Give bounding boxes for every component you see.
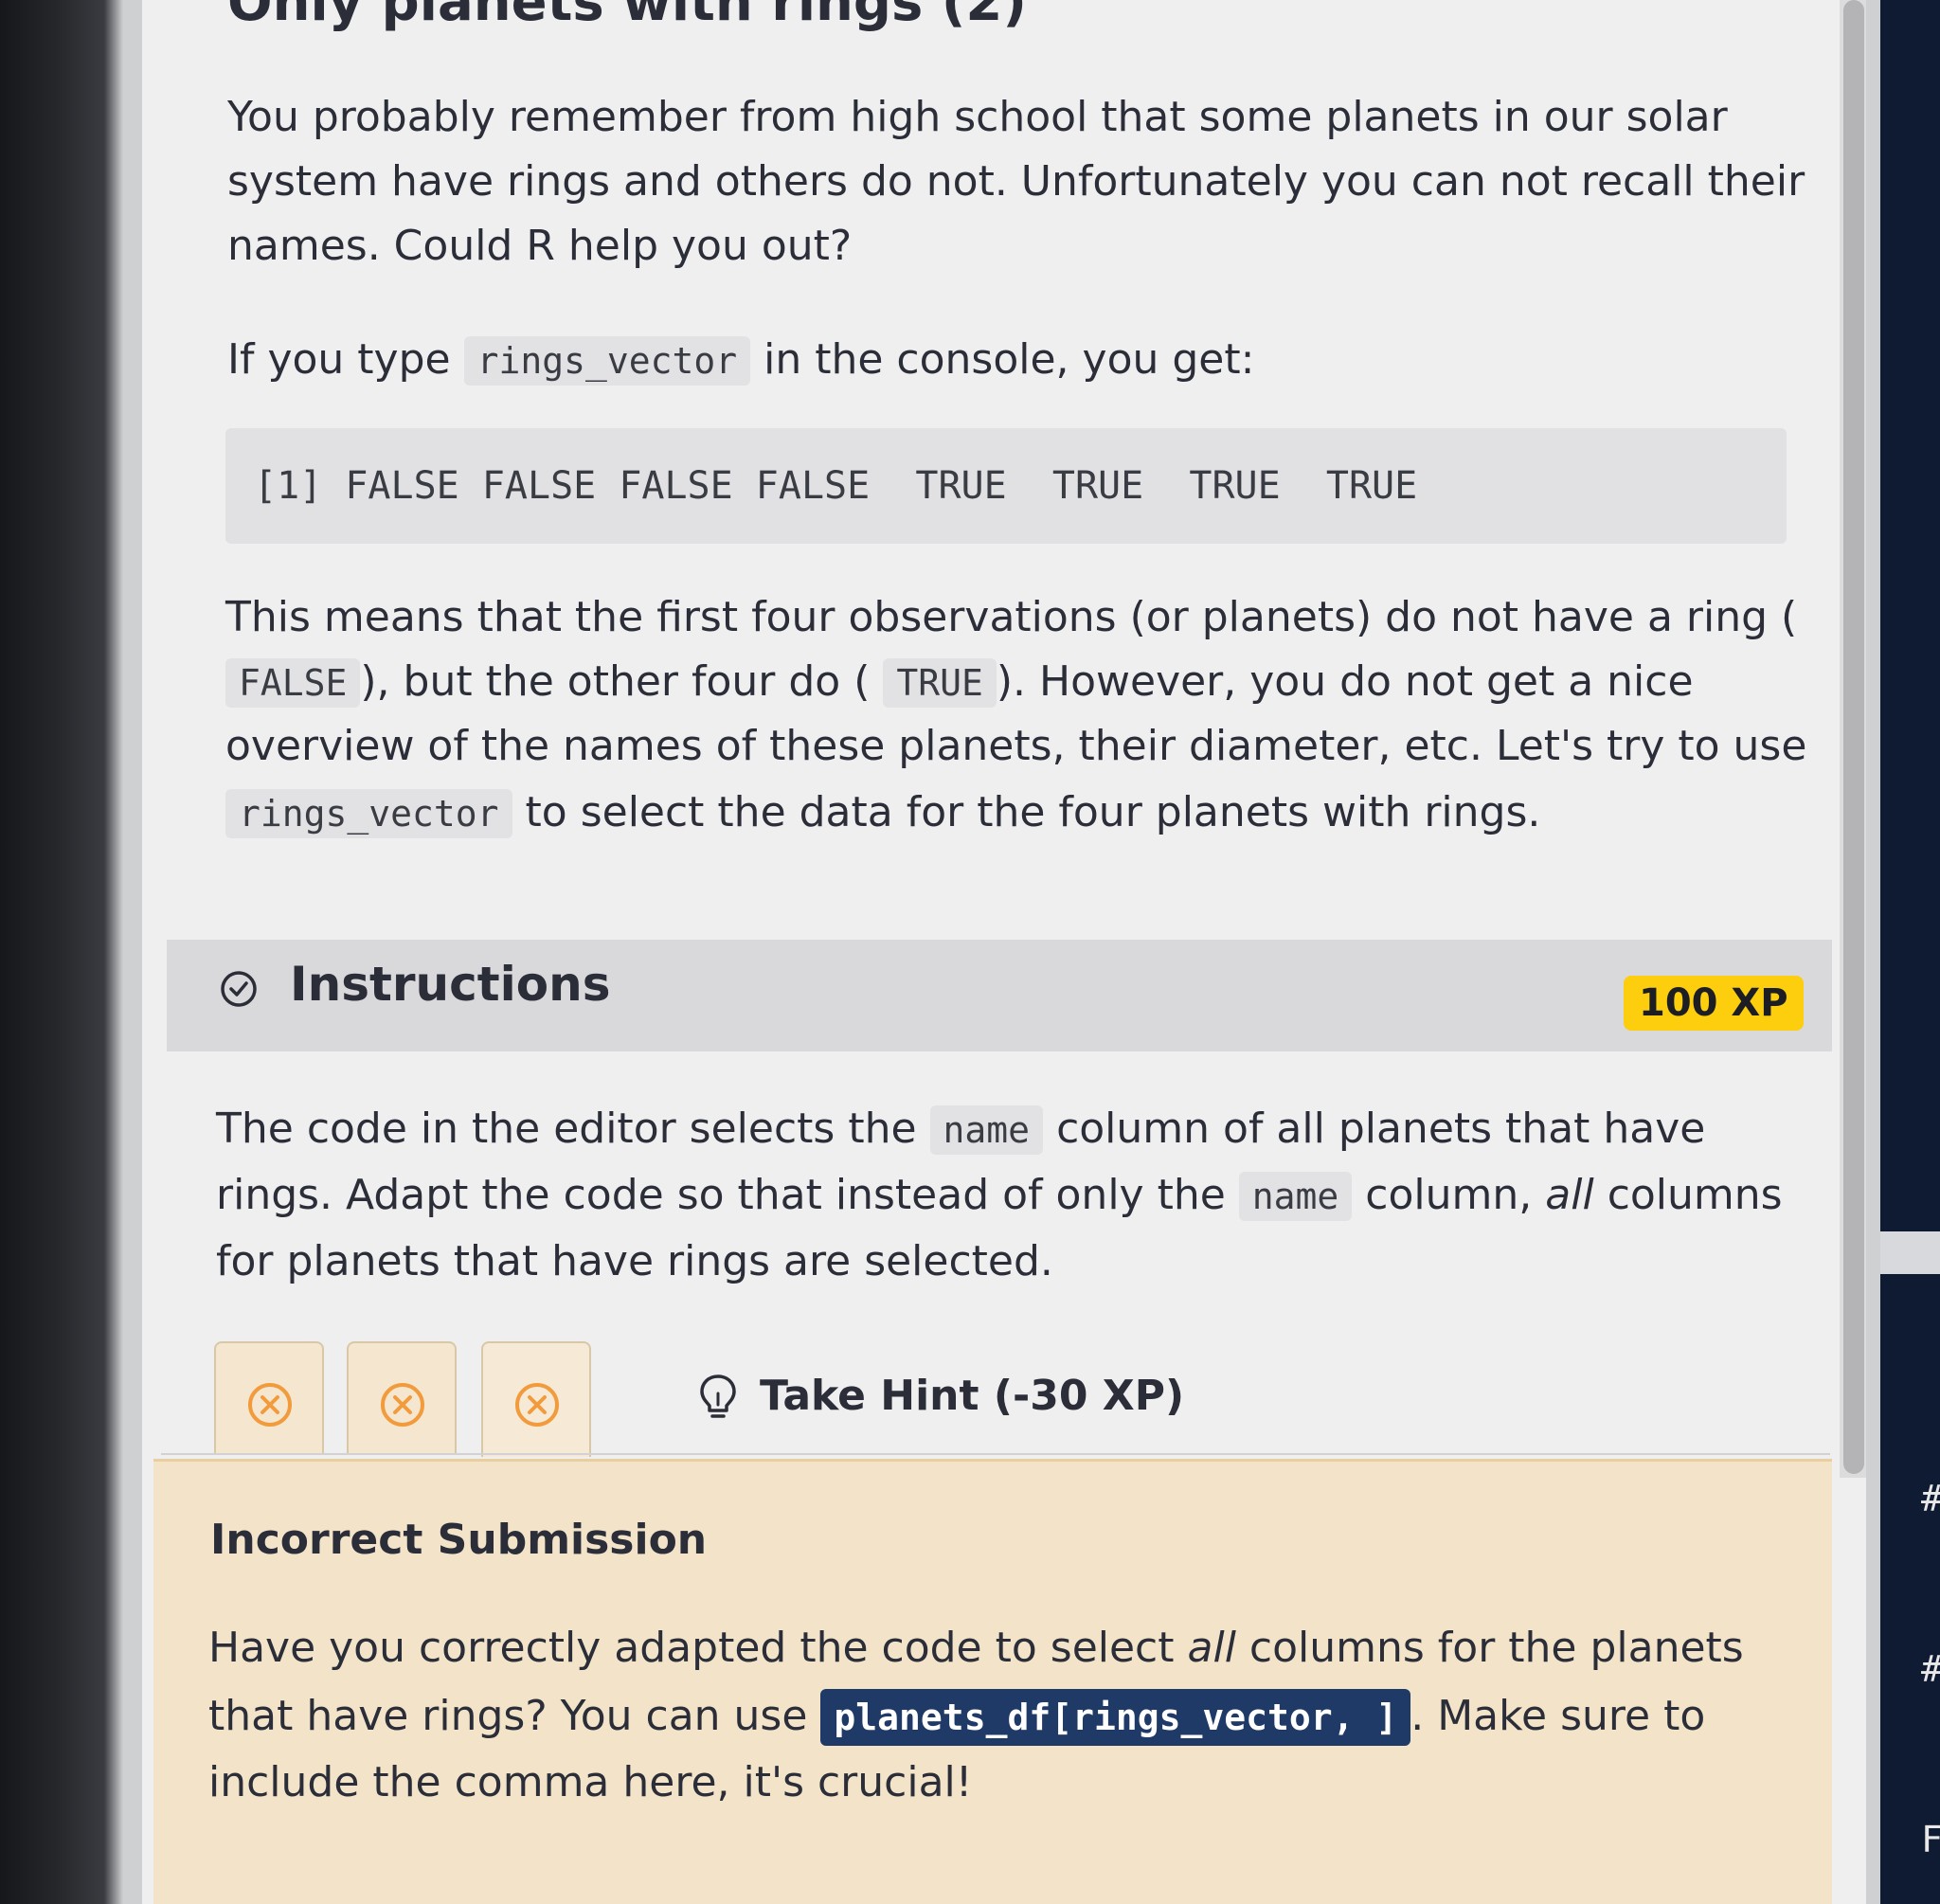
- screen: # # F Only planets with rings (2) You pr…: [0, 0, 1940, 1904]
- intro-p3-line-3: overview of the names of these planets, …: [225, 722, 1807, 770]
- side-glyph-3: F: [1921, 1819, 1940, 1860]
- feedback-line-1-after: columns for the planets: [1248, 1624, 1744, 1672]
- side-glyph-1: #: [1921, 1478, 1940, 1519]
- intro-line-3: names. Could R help you out?: [227, 222, 853, 270]
- instructions-line-1-after: column of all planets that have: [1056, 1105, 1706, 1153]
- instructions-line-1: The code in the editor selects the name …: [216, 1097, 1705, 1162]
- instructions-emphasis-all: all: [1545, 1171, 1594, 1219]
- intro-p3-line-1: This means that the first four observati…: [225, 593, 1798, 641]
- instructions-line-2-before: rings. Adapt the code so that instead of…: [216, 1171, 1226, 1219]
- attempt-tab-3[interactable]: [481, 1341, 591, 1457]
- instructions-line-3: for planets that have rings are selected…: [216, 1237, 1053, 1285]
- scrollbar-thumb[interactable]: [1843, 0, 1864, 1474]
- intro-p3-end: ). However, you do not get a nice: [996, 657, 1694, 706]
- side-glyph-2: #: [1921, 1648, 1940, 1690]
- tabs-divider: [161, 1453, 1830, 1455]
- feedback-line-1-before: Have you correctly adapted the code to s…: [208, 1624, 1175, 1672]
- intro-p3-line-4-end: to select the data for the four planets …: [525, 788, 1541, 836]
- incorrect-x-icon: [381, 1383, 424, 1427]
- intro-p3-mid: ), but the other four do (: [360, 657, 871, 706]
- take-hint-label: Take Hint (-30 XP): [760, 1372, 1185, 1420]
- intro-p2-before: If you type: [227, 335, 451, 384]
- feedback-line-2-after: . Make sure to: [1410, 1692, 1706, 1740]
- check-circle-icon: [221, 971, 257, 1007]
- instructions-label: Instructions: [290, 957, 611, 1012]
- attempt-tab-2[interactable]: [347, 1341, 457, 1455]
- inline-code-false: FALSE: [225, 658, 361, 708]
- intro-p3-line-4: rings_vector to select the data for the …: [225, 781, 1540, 846]
- feedback-line-3: include the comma here, it's crucial!: [208, 1758, 973, 1806]
- intro-line-1: You probably remember from high school t…: [227, 93, 1728, 141]
- incorrect-x-icon: [515, 1383, 559, 1427]
- inline-code-name-2: name: [1238, 1172, 1353, 1221]
- editor-side-strip: [1880, 0, 1940, 1904]
- feedback-code-snippet: planets_df[rings_vector, ]: [820, 1689, 1411, 1746]
- inline-code-rings-vector-2: rings_vector: [225, 789, 512, 838]
- intro-p2-after: in the console, you get:: [763, 335, 1255, 384]
- feedback-line-2: that have rings? You can use planets_df[…: [208, 1684, 1705, 1750]
- inline-code-true: TRUE: [883, 658, 997, 708]
- instructions-line-2: rings. Adapt the code so that instead of…: [216, 1163, 1783, 1229]
- feedback-title: Incorrect Submission: [210, 1516, 708, 1564]
- feedback-line-2-before: that have rings? You can use: [208, 1692, 808, 1740]
- incorrect-x-icon: [248, 1383, 292, 1427]
- lightbulb-icon: [700, 1374, 736, 1418]
- strip-gap: [1880, 1231, 1940, 1274]
- attempt-tab-1[interactable]: [214, 1341, 324, 1455]
- instructions-line-2-after: column,: [1365, 1171, 1533, 1219]
- take-hint-button[interactable]: Take Hint (-30 XP): [697, 1372, 1184, 1420]
- exercise-title: Only planets with rings (2): [227, 0, 1027, 33]
- intro-line-2: system have rings and others do not. Unf…: [227, 157, 1805, 206]
- intro-p2: If you type rings_vector in the console,…: [227, 328, 1254, 393]
- console-output-block: [1] FALSE FALSE FALSE FALSE TRUE TRUE TR…: [225, 428, 1787, 544]
- feedback-emphasis-all: all: [1187, 1624, 1236, 1672]
- intro-p3-line-2: FALSE), but the other four do ( TRUE). H…: [225, 650, 1694, 715]
- inline-code-rings-vector: rings_vector: [463, 336, 751, 386]
- instructions-line-2-end: columns: [1607, 1171, 1783, 1219]
- xp-badge: 100 XP: [1624, 976, 1804, 1031]
- feedback-line-1: Have you correctly adapted the code to s…: [208, 1616, 1744, 1680]
- inline-code-name: name: [929, 1105, 1044, 1155]
- instructions-line-1-before: The code in the editor selects the: [216, 1105, 917, 1153]
